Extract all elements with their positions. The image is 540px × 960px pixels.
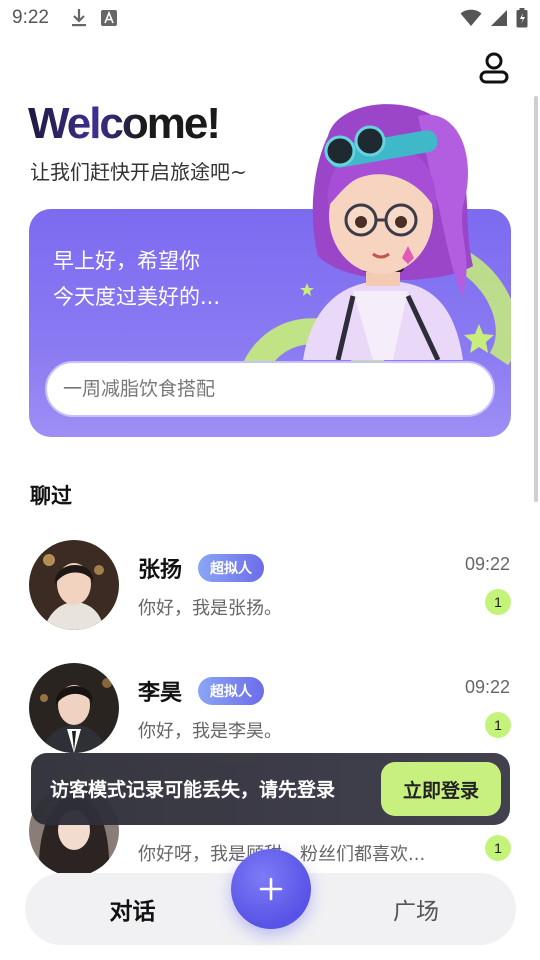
status-notification-icons bbox=[71, 8, 117, 28]
prompt-input[interactable] bbox=[63, 378, 493, 400]
status-system-icons bbox=[460, 8, 528, 28]
greeting-message: 早上好，希望你 今天度过美好的... bbox=[53, 243, 273, 315]
login-button[interactable]: 立即登录 bbox=[381, 762, 501, 816]
font-app-icon bbox=[100, 10, 117, 26]
chat-last-message: 你好，我是张扬。 bbox=[138, 598, 282, 619]
chat-item[interactable]: 李昊 超拟人 09:22 你好，我是李昊。 1 bbox=[0, 663, 540, 763]
unread-count: 1 bbox=[485, 835, 511, 861]
download-icon bbox=[71, 9, 86, 27]
tab-chat[interactable]: 对话 bbox=[25, 873, 240, 945]
scrollbar[interactable] bbox=[534, 96, 538, 502]
character-illustration bbox=[303, 104, 473, 360]
chat-name: 张扬 bbox=[138, 558, 183, 583]
wifi-icon bbox=[460, 9, 482, 27]
avatar bbox=[29, 540, 119, 630]
chat-last-message: 你好，我是李昊。 bbox=[138, 721, 282, 742]
status-bar: 9:22 bbox=[0, 0, 540, 36]
prompt-input-container[interactable] bbox=[45, 361, 495, 417]
welcome-subtitle: 让我们赶快开启旅途吧~ bbox=[30, 160, 247, 184]
avatar bbox=[29, 663, 119, 753]
login-toast: 访客模式记录可能丢失，请先登录 立即登录 bbox=[31, 753, 510, 825]
welcome-title: Welcome! bbox=[28, 99, 221, 148]
chat-time: 09:22 bbox=[464, 677, 510, 697]
battery-icon bbox=[516, 8, 528, 28]
new-chat-button[interactable] bbox=[231, 849, 311, 929]
chat-item[interactable]: 张扬 超拟人 09:22 你好，我是张扬。 1 bbox=[0, 540, 540, 640]
greeting-line-1: 早上好，希望你 bbox=[53, 249, 200, 273]
unread-count: 1 bbox=[485, 589, 511, 615]
profile-button[interactable] bbox=[476, 50, 512, 86]
chat-name: 李昊 bbox=[138, 681, 183, 706]
status-time: 9:22 bbox=[12, 7, 49, 28]
persona-badge: 超拟人 bbox=[198, 554, 264, 582]
user-icon bbox=[479, 52, 509, 84]
persona-badge: 超拟人 bbox=[198, 677, 264, 705]
chat-time: 09:22 bbox=[464, 554, 510, 574]
greeting-line-2: 今天度过美好的... bbox=[53, 285, 221, 309]
plus-icon bbox=[259, 877, 283, 901]
signal-icon bbox=[491, 10, 507, 26]
toast-message: 访客模式记录可能丢失，请先登录 bbox=[50, 779, 336, 801]
tab-plaza[interactable]: 广场 bbox=[316, 873, 516, 945]
unread-count: 1 bbox=[485, 712, 511, 738]
chat-history-title: 聊过 bbox=[30, 484, 72, 508]
